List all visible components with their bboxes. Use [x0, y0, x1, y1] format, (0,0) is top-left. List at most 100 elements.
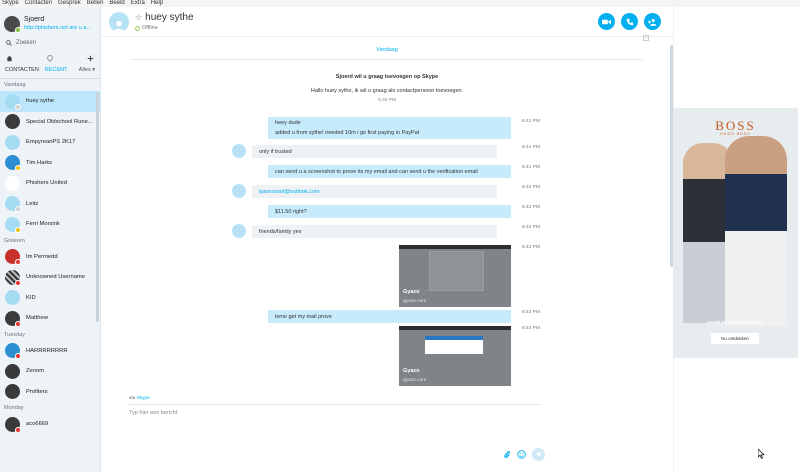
filter-dropdown[interactable]: Alles ▾	[79, 67, 95, 73]
contact-status-dot	[15, 103, 21, 110]
sender-avatar[interactable]	[232, 224, 246, 238]
tab-contacts[interactable]: CONTACTEN	[5, 67, 39, 73]
contact-item[interactable]: HARRRRRRRR	[0, 341, 100, 362]
own-profile[interactable]: Sjoerd http://phishers.net are u a...	[0, 7, 100, 35]
message-text: added u from sythe! needed 10m i go firs…	[275, 130, 420, 136]
menu-beeld[interactable]: Beeld	[109, 0, 124, 7]
group-header: Gisteren	[4, 237, 25, 244]
screenshot-preview	[425, 336, 483, 354]
contact-status-dot	[15, 226, 21, 233]
group-header: Monday	[4, 405, 24, 411]
own-name: Sjoerd	[24, 15, 45, 23]
contact-request-text: Hallo huey sythe, ik wil u graag als con…	[310, 88, 464, 94]
attachment-title: Gyazo	[403, 289, 420, 295]
contact-name: Profiters	[26, 388, 48, 395]
via-skype-label: via Skype	[129, 396, 150, 401]
contact-item[interactable]: Leitz	[0, 194, 100, 215]
paperclip-icon[interactable]	[503, 450, 511, 459]
attachment-source: gyazo.com	[403, 378, 427, 383]
contact-item[interactable]: Special Oldschool Rune...	[0, 112, 100, 133]
contact-name: Tim Harks	[26, 159, 53, 166]
attachment-source: gyazo.com	[403, 299, 427, 304]
contact-item[interactable]: Unknowned Username	[0, 267, 100, 288]
image-attachment[interactable]: Gyazo gyazo.com	[399, 326, 511, 386]
contact-status-dot	[15, 320, 21, 327]
favorite-star-icon[interactable]: ☆	[135, 13, 142, 22]
contact-avatar	[5, 175, 20, 191]
message-text: leme get my mail prove	[275, 313, 332, 320]
message-text: friends/family yes	[259, 228, 302, 235]
contact-item[interactable]: EmpyreanPS 2K17	[0, 132, 100, 153]
image-attachment[interactable]: Gyazo gyazo.com	[399, 245, 511, 307]
contact-name: aco6669	[26, 421, 49, 428]
chevron-down-icon: ▾	[92, 67, 95, 73]
contact-item[interactable]: Zenom	[0, 361, 100, 382]
video-call-button[interactable]	[598, 13, 615, 30]
contact-avatar[interactable]	[109, 11, 129, 32]
contact-item[interactable]: Im Permedd	[0, 247, 100, 268]
contact-item[interactable]: Phishers United	[0, 173, 100, 194]
contact-item[interactable]: KID	[0, 288, 100, 309]
contact-name: KID	[26, 294, 36, 301]
contact-status-dot	[15, 279, 21, 286]
contact-item[interactable]: Profiters	[0, 382, 100, 403]
contact-status-dot	[15, 353, 21, 360]
ad-model-right	[725, 136, 787, 326]
ad-brand-sub: HUGO BOSS	[720, 132, 751, 136]
tab-recent[interactable]: RECENT	[45, 67, 68, 73]
contact-search[interactable]: Zoeken	[0, 35, 100, 51]
mouse-cursor-icon	[758, 449, 765, 459]
add-people-button[interactable]	[644, 13, 661, 30]
contact-name: Ferri Morsink	[26, 221, 60, 228]
menu-gesprek[interactable]: Gesprek	[58, 0, 81, 7]
plus-icon[interactable]	[87, 55, 94, 62]
contact-avatar	[5, 114, 20, 130]
menu-help[interactable]: Help	[151, 0, 163, 7]
ad-cta-button[interactable]: Nu ontdekken	[711, 333, 759, 344]
contact-avatar	[5, 290, 20, 306]
send-icon	[535, 451, 542, 458]
menu-contacten[interactable]: Contacten	[25, 0, 52, 7]
message-timestamp: 6:44 PM	[522, 326, 540, 331]
contact-status-dot	[15, 259, 21, 266]
own-mood-message[interactable]: http://phishers.net are u a...	[24, 24, 91, 32]
sidebar-scrollbar[interactable]	[96, 92, 99, 322]
sender-avatar[interactable]	[232, 144, 246, 158]
menu-extra[interactable]: Extra	[131, 0, 145, 7]
send-button[interactable]	[532, 448, 545, 461]
message-timestamp: 6:42 PM	[522, 225, 540, 230]
voice-call-button[interactable]	[621, 13, 638, 30]
contact-item[interactable]: huey sythe	[0, 91, 100, 112]
message-text: can send u a screenshot to prove its my …	[275, 168, 478, 175]
own-avatar[interactable]	[4, 15, 21, 33]
sender-avatar[interactable]	[232, 184, 246, 198]
contact-name: Im Permedd	[26, 253, 58, 260]
home-icon[interactable]	[6, 55, 13, 62]
screenshot-preview	[429, 251, 484, 291]
contact-item[interactable]: Ferri Morsink	[0, 214, 100, 235]
via-skype-link[interactable]: Skype	[136, 396, 149, 401]
advertisement[interactable]: BOSS HUGO BOSS VOORJAAR / ZOMER 2017 Nu …	[673, 108, 798, 358]
contact-item[interactable]: Tim Harks	[0, 153, 100, 174]
outgoing-message: leme get my mail prove	[268, 310, 511, 323]
group-header: Tuesday	[4, 331, 25, 338]
marker-icon[interactable]	[47, 54, 53, 62]
contact-status-dot	[15, 206, 21, 213]
menu-bellen[interactable]: Bellen	[87, 0, 104, 7]
group-header: Vandaag	[4, 82, 26, 88]
contact-avatar	[5, 269, 21, 286]
contact-avatar	[5, 134, 20, 150]
screenshot-popup-header	[425, 336, 483, 340]
online-status-dot	[15, 26, 21, 33]
message-input[interactable]: Typ hier een bericht	[129, 410, 177, 416]
date-separator: Vandaag	[376, 47, 398, 53]
contact-avatar	[5, 196, 21, 213]
contact-avatar	[5, 384, 20, 400]
collapse-icon[interactable]: –	[643, 35, 649, 41]
contact-item[interactable]: Matthew	[0, 308, 100, 329]
contact-item[interactable]: aco6669	[0, 414, 100, 435]
emoji-icon[interactable]	[517, 450, 526, 459]
chat-pane: ☆ huey sythe Offline – Vandaag Sjoerd wil…	[101, 7, 673, 472]
message-text[interactable]: iparessoot@outlook.com	[259, 187, 490, 197]
menu-skype[interactable]: Skype	[2, 0, 19, 7]
